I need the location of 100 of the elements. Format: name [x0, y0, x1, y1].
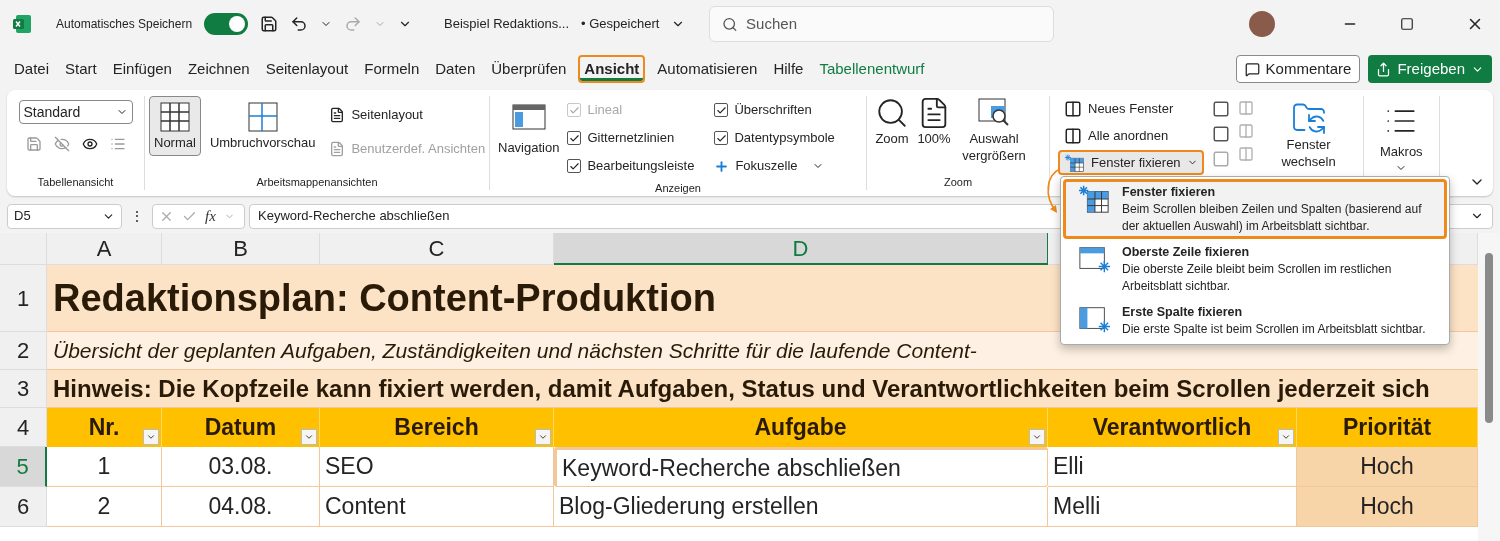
avatar[interactable]: [1249, 11, 1275, 37]
zoom-button[interactable]: Auswahl vergrößern: [959, 96, 1029, 164]
column-title: Verantwortlich: [1092, 413, 1252, 443]
sheet-note: Hinweis: Die Kopfzeile kann fixiert werden, damit Aufgaben, Status und Verantwortlichkeiten beim Scrollen jederzeit sich: [47, 370, 1478, 408]
table-cell: 1: [47, 447, 162, 487]
name-box[interactable]: D5: [7, 203, 122, 229]
search-field[interactable]: Suchen: [709, 6, 1055, 42]
view-button[interactable]: Normal: [149, 96, 201, 156]
save-view-icon[interactable]: [25, 136, 42, 152]
table-cell: Keyword-Recherche abschließen: [554, 447, 1048, 487]
checkbox[interactable]: [714, 103, 729, 117]
menu-item[interactable]: Fenster fixieren Beim Scrollen bleiben Zeilen und Spalten (basierend auf der aktuellen Auswahl) im Arbeitsblatt sichtbar.: [1063, 179, 1447, 239]
undo-icon[interactable]: [290, 15, 309, 33]
column-header[interactable]: B: [162, 233, 320, 265]
search-input[interactable]: Suchen: [746, 12, 1042, 36]
checkbox-label: Datentypsymbole: [734, 129, 835, 148]
filter-button[interactable]: [1029, 429, 1045, 445]
maximize-icon[interactable]: [1400, 17, 1414, 31]
checkbox-label: Überschriften: [734, 101, 812, 120]
check-icon: [568, 160, 580, 172]
row-header[interactable]: 3: [0, 370, 47, 408]
ribbon-tab[interactable]: Zeichnen: [183, 55, 254, 83]
column-header[interactable]: A: [47, 233, 162, 265]
column-title: Bereich: [394, 413, 479, 443]
check-icon: [715, 132, 727, 144]
share-button[interactable]: Freigeben: [1368, 55, 1492, 83]
side-by-side-icon[interactable]: [1237, 100, 1254, 116]
row-header[interactable]: 1: [0, 265, 47, 332]
comments-button[interactable]: Kommentare: [1235, 55, 1361, 83]
table-cell: Hoch: [1297, 447, 1478, 487]
document-title[interactable]: Beispiel Redaktions...: [444, 14, 570, 34]
checkbox[interactable]: [567, 131, 582, 145]
check-icon: [568, 104, 580, 116]
view-select[interactable]: Standard: [18, 100, 133, 124]
list-icon[interactable]: [109, 136, 126, 152]
more-options[interactable]: ⋮: [126, 205, 148, 227]
view-button[interactable]: Seitenlayout: [324, 100, 491, 130]
row-header[interactable]: 5: [0, 447, 47, 487]
ribbon-tab[interactable]: Formeln: [360, 55, 424, 83]
filter-button[interactable]: [143, 429, 159, 445]
vertical-scrollbar[interactable]: [1478, 233, 1500, 541]
filter-button[interactable]: [1278, 429, 1294, 445]
filter-button[interactable]: [535, 429, 551, 445]
chevron-down-icon: [1281, 432, 1291, 442]
window-button[interactable]: Alle anordnen: [1058, 123, 1204, 148]
column-title: Aufgabe: [754, 413, 847, 443]
zoom-button[interactable]: 100%: [917, 96, 951, 147]
navigation-button[interactable]: Navigation: [498, 96, 560, 180]
ribbon-tab[interactable]: Hilfe: [769, 55, 808, 83]
checkbox[interactable]: [567, 159, 582, 173]
page-icon: [329, 107, 346, 123]
hidden-eye-icon[interactable]: [53, 136, 70, 152]
check-icon: [715, 104, 727, 116]
row-header[interactable]: 6: [0, 487, 47, 527]
table-cell: SEO: [320, 447, 554, 487]
column-title: Datum: [204, 413, 277, 443]
ribbon-tab[interactable]: Seitenlayout: [261, 55, 353, 83]
checkbox-label: Bearbeitungsleiste: [587, 157, 695, 176]
window-icon: [1064, 99, 1082, 118]
zoom-button[interactable]: Zoom: [875, 96, 909, 147]
ribbon-tab[interactable]: Daten: [431, 55, 480, 83]
window-button[interactable]: Neues Fenster: [1058, 96, 1204, 121]
autosave-toggle[interactable]: [204, 13, 249, 35]
chevron-down-icon: [538, 432, 548, 442]
row-header[interactable]: 2: [0, 332, 47, 370]
table-cell: 2: [47, 487, 162, 527]
view-button[interactable]: Umbruchvorschau: [204, 96, 321, 156]
column-title: Nr.: [88, 413, 120, 443]
ribbon-tab[interactable]: Überprüfen: [487, 55, 571, 83]
group-label: Anzeigen: [654, 181, 702, 196]
insert-function-button[interactable]: fx: [205, 204, 216, 228]
filter-button[interactable]: [301, 429, 317, 445]
ribbon-tab[interactable]: Start: [61, 55, 101, 83]
plus-icon: [714, 158, 730, 174]
column-header[interactable]: C: [320, 233, 554, 265]
table-cell: Hoch: [1297, 487, 1478, 527]
focus-cell-button[interactable]: Fokuszelle: [714, 152, 835, 180]
page-break-icon: [246, 101, 279, 133]
row-header[interactable]: 4: [0, 408, 47, 447]
save-status[interactable]: • Gespeichert: [581, 14, 660, 34]
table-cell: 03.08.: [162, 447, 320, 487]
chevron-down-icon: [1032, 432, 1042, 442]
ribbon-tab[interactable]: Einfügen: [108, 55, 176, 83]
column-header[interactable]: D: [554, 233, 1048, 265]
window-button[interactable]: Fenster fixieren: [1058, 150, 1204, 175]
redo-icon[interactable]: [344, 15, 363, 33]
ribbon-tab[interactable]: Automatisieren: [653, 55, 762, 83]
checkbox[interactable]: [714, 131, 729, 145]
table-cell: Blog-Gliederung erstellen: [554, 487, 1048, 527]
menu-item-title: Oberste Zeile fixieren: [1122, 244, 1251, 261]
save-icon[interactable]: [260, 15, 279, 33]
grid-icon: [158, 101, 191, 133]
window-icon: [1064, 126, 1082, 145]
column-title: Priorität: [1342, 413, 1432, 443]
check-icon: [568, 132, 580, 144]
ribbon-tab[interactable]: Datei: [10, 55, 54, 83]
ribbon-tab[interactable]: Ansicht: [578, 55, 646, 83]
group-label: Arbeitsmappenansichten: [255, 174, 379, 190]
table-cell: Content: [320, 487, 554, 527]
ribbon-tab[interactable]: Tabellenentwurf: [815, 55, 929, 83]
